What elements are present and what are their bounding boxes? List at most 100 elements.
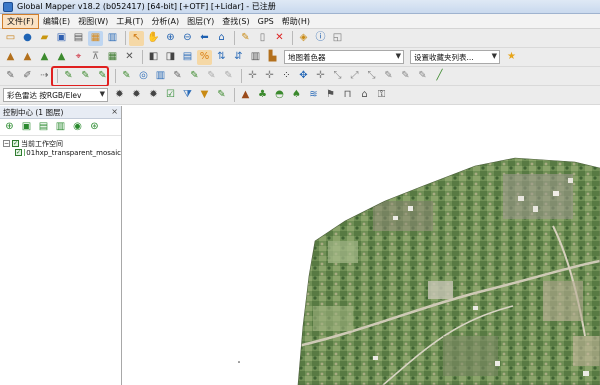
line-a-icon[interactable]: ✛ [313,69,328,84]
delete-icon[interactable]: ✕ [272,31,287,46]
settings-c-icon[interactable]: ✹ [146,88,161,103]
shade-icon[interactable]: ▙ [265,50,280,65]
layers-icon[interactable]: ▦ [88,30,103,46]
house-icon[interactable]: ⌂ [357,88,372,103]
menu-file[interactable]: 文件(F) [2,13,39,29]
pan-icon[interactable]: ✋ [146,31,161,46]
up-layer-icon[interactable]: ▤ [36,120,51,135]
marker-icon[interactable]: ⊼ [88,50,103,65]
settings-a-icon[interactable]: ✹ [112,88,127,103]
trees-icon[interactable]: ♣ [255,88,270,103]
sort-a-icon[interactable]: ⇅ [214,50,229,65]
node-c-icon[interactable]: ⁘ [279,69,294,84]
tag-icon[interactable]: ◈ [296,31,311,46]
view3d-b-icon[interactable]: ◨ [163,50,178,65]
back-icon[interactable]: ⬅ [197,31,212,46]
line-d-icon[interactable]: ⤡ [364,69,379,84]
node-b-icon[interactable]: ✛ [262,69,277,84]
pencil-icon[interactable]: ✎ [238,31,253,46]
zoom-in-icon[interactable]: ⊕ [163,31,178,46]
config-icon[interactable]: ▥ [105,31,120,46]
line-b-icon[interactable]: ⤡ [330,69,345,84]
key-icon[interactable]: ⚿ [374,88,389,103]
menu-analysis[interactable]: 分析(A) [147,15,183,28]
menu-gps[interactable]: GPS [254,16,278,27]
menu-tools[interactable]: 工具(T) [112,15,147,28]
menu-view[interactable]: 视图(W) [74,15,112,28]
grid-icon[interactable]: ▦ [105,50,120,65]
tree-workspace[interactable]: − ✓ 当前工作空间 [3,139,121,148]
settings-b-icon[interactable]: ✹ [129,88,144,103]
node-d-icon[interactable]: ✥ [296,69,311,84]
star-icon[interactable]: ★ [504,50,519,65]
home-icon[interactable]: ⌂ [214,31,229,46]
toolbar-separator [292,31,293,45]
globe-icon[interactable]: ● [20,31,35,46]
terrain-b-icon[interactable]: ▲ [20,50,35,65]
view3d-c-icon[interactable]: ▤ [180,50,195,65]
percent-icon[interactable]: % [197,49,212,65]
open-icon[interactable]: ▰ [37,31,52,46]
vertex-c-icon[interactable]: ✎ [204,69,219,84]
node-a-icon[interactable]: ✛ [245,69,260,84]
brush-icon[interactable]: ✎ [214,88,229,103]
line-e-icon[interactable]: ✎ [381,69,396,84]
target-icon[interactable]: ◎ [136,69,151,84]
tree-layer[interactable]: ✓ 01hxp_transparent_mosaic [3,148,121,157]
line-h-icon[interactable]: ╱ [432,69,447,84]
print-icon[interactable]: ▤ [71,31,86,46]
save-icon[interactable]: ▣ [54,31,69,46]
menu-layer[interactable]: 图层(Y) [183,15,218,28]
ruler-icon[interactable]: ▥ [248,50,263,65]
close-x-icon[interactable]: ✕ [122,50,137,65]
collapse-icon[interactable]: − [3,140,10,147]
pen-a-icon[interactable]: ✎ [3,69,18,84]
close-icon[interactable]: × [111,107,118,116]
remove-layer-icon[interactable]: ▣ [19,120,34,135]
map-view[interactable] [123,106,600,385]
line-c-icon[interactable]: ⤢ [347,69,362,84]
options-icon[interactable]: ◉ [70,120,85,135]
menu-edit[interactable]: 编辑(E) [39,15,74,28]
new-icon[interactable]: ▭ [3,31,18,46]
pen-b-icon[interactable]: ✐ [20,69,35,84]
line-g-icon[interactable]: ✎ [415,69,430,84]
line-f-icon[interactable]: ✎ [398,69,413,84]
info-icon[interactable]: ⓘ [313,31,328,46]
sort-b-icon[interactable]: ⇵ [231,50,246,65]
window-icon[interactable]: ◱ [330,31,345,46]
bridge-icon[interactable]: ⊓ [340,88,355,103]
zoom-out-icon[interactable]: ⊖ [180,31,195,46]
vertex-a-icon[interactable]: ✎ [170,69,185,84]
chart-icon[interactable]: ▥ [153,69,168,84]
refresh-icon[interactable]: ⊛ [87,120,102,135]
shader-select[interactable]: 地图着色器 ▼ [284,50,404,64]
check-icon[interactable]: ☑ [163,88,178,103]
view3d-a-icon[interactable]: ◧ [146,50,161,65]
terrain-c-icon[interactable]: ▲ [37,50,52,65]
down-layer-icon[interactable]: ▥ [53,120,68,135]
digitize-d-icon[interactable]: ✎ [119,69,134,84]
select-icon[interactable]: ↖ [129,30,144,46]
menu-search[interactable]: 查找(S) [218,15,253,28]
favorites-select[interactable]: 设置收藏夹列表... ▼ [410,50,500,64]
water-icon[interactable]: ≋ [306,88,321,103]
checkbox-icon[interactable]: ✓ [12,140,19,147]
terrain-a-icon[interactable]: ▲ [3,50,18,65]
page-icon[interactable]: ▯ [255,31,270,46]
funnel-icon[interactable]: ▼ [197,88,212,103]
funnel-icon[interactable]: ⧩ [180,88,195,103]
tree-icon[interactable]: ♠ [289,88,304,103]
add-layer-icon[interactable]: ⊕ [2,120,17,135]
mountain-icon[interactable]: ▲ [238,88,253,103]
elevation-select[interactable]: 彩色雷达 按RGB/Elev ▼ [3,88,108,102]
checkbox-icon[interactable]: ✓ [15,149,22,156]
terrain-d-icon[interactable]: ▲ [54,50,69,65]
move-icon[interactable]: ✎ [221,69,236,84]
flag-icon[interactable]: ⚑ [323,88,338,103]
hill-icon[interactable]: ◓ [272,88,287,103]
vertex-b-icon[interactable]: ✎ [187,69,202,84]
pen-c-icon[interactable]: ⇢ [37,69,52,84]
menu-help[interactable]: 帮助(H) [278,15,314,28]
pin-icon[interactable]: ⌖ [71,50,86,65]
